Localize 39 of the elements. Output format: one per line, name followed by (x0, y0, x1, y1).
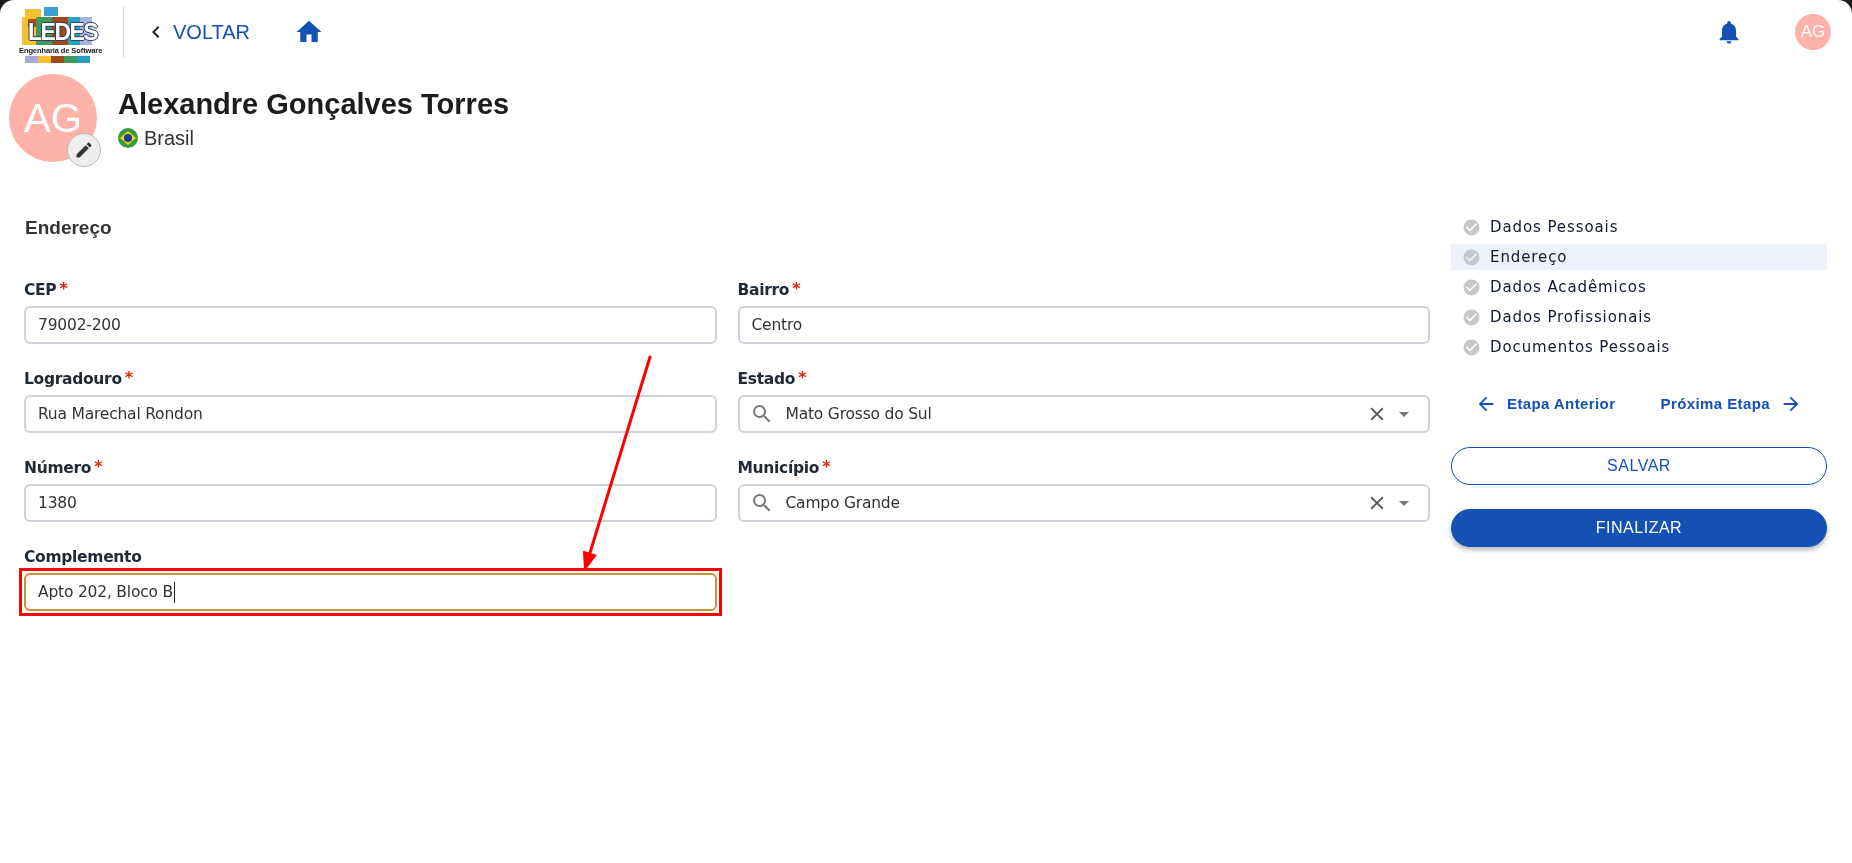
profile-name: Alexandre Gonçalves Torres (118, 87, 510, 122)
step-item[interactable]: Dados Pessoais (1451, 214, 1827, 240)
required-asterisk: * (792, 280, 801, 298)
field-label: Logradouro (24, 369, 122, 389)
section-title: Endereço (25, 216, 113, 240)
field-label: Complemento (24, 547, 142, 567)
step-item[interactable]: Documentos Pessoais (1451, 334, 1827, 360)
text-cursor (173, 581, 176, 603)
input-field[interactable]: 1380 (24, 484, 717, 522)
field-label: Município (737, 458, 820, 478)
finish-button[interactable]: FINALIZAR (1451, 509, 1827, 547)
flag-icon (118, 128, 138, 148)
required-asterisk: * (124, 369, 134, 387)
step-item[interactable]: Dados Acadêmicos (1451, 274, 1827, 300)
pencil-icon (74, 140, 94, 160)
required-asterisk: * (59, 280, 68, 298)
field-label: Número (24, 458, 92, 478)
previous-step-link[interactable]: Etapa Anterior (1475, 393, 1616, 415)
search-select-field[interactable]: Mato Grosso do Sul (737, 395, 1430, 433)
logo-title: LEDES (28, 20, 98, 44)
save-button[interactable]: SALVAR (1451, 447, 1827, 485)
required-asterisk: * (94, 458, 103, 476)
input-field[interactable]: 79002-200 (24, 306, 717, 344)
required-asterisk: * (822, 458, 831, 476)
edit-avatar-button[interactable] (67, 133, 101, 167)
next-step-link[interactable]: Próxima Etapa (1660, 393, 1802, 415)
field-label: CEP (24, 280, 57, 300)
back-link[interactable]: VOLTAR (144, 20, 251, 44)
field-label: Estado (737, 369, 796, 389)
profile-avatar: AG (9, 74, 97, 162)
required-asterisk: * (798, 369, 807, 387)
search-select-field[interactable]: Campo Grande (737, 484, 1430, 522)
country-name: Brasil (144, 126, 194, 150)
input-field[interactable]: Rua Marechal Rondon (24, 395, 717, 433)
input-field[interactable]: Apto 202, Bloco B (24, 573, 717, 611)
step-item[interactable]: Endereço (1451, 244, 1827, 270)
field-label: Bairro (737, 280, 790, 300)
step-item[interactable]: Dados Profissionais (1451, 304, 1827, 330)
input-field[interactable]: Centro (737, 306, 1430, 344)
